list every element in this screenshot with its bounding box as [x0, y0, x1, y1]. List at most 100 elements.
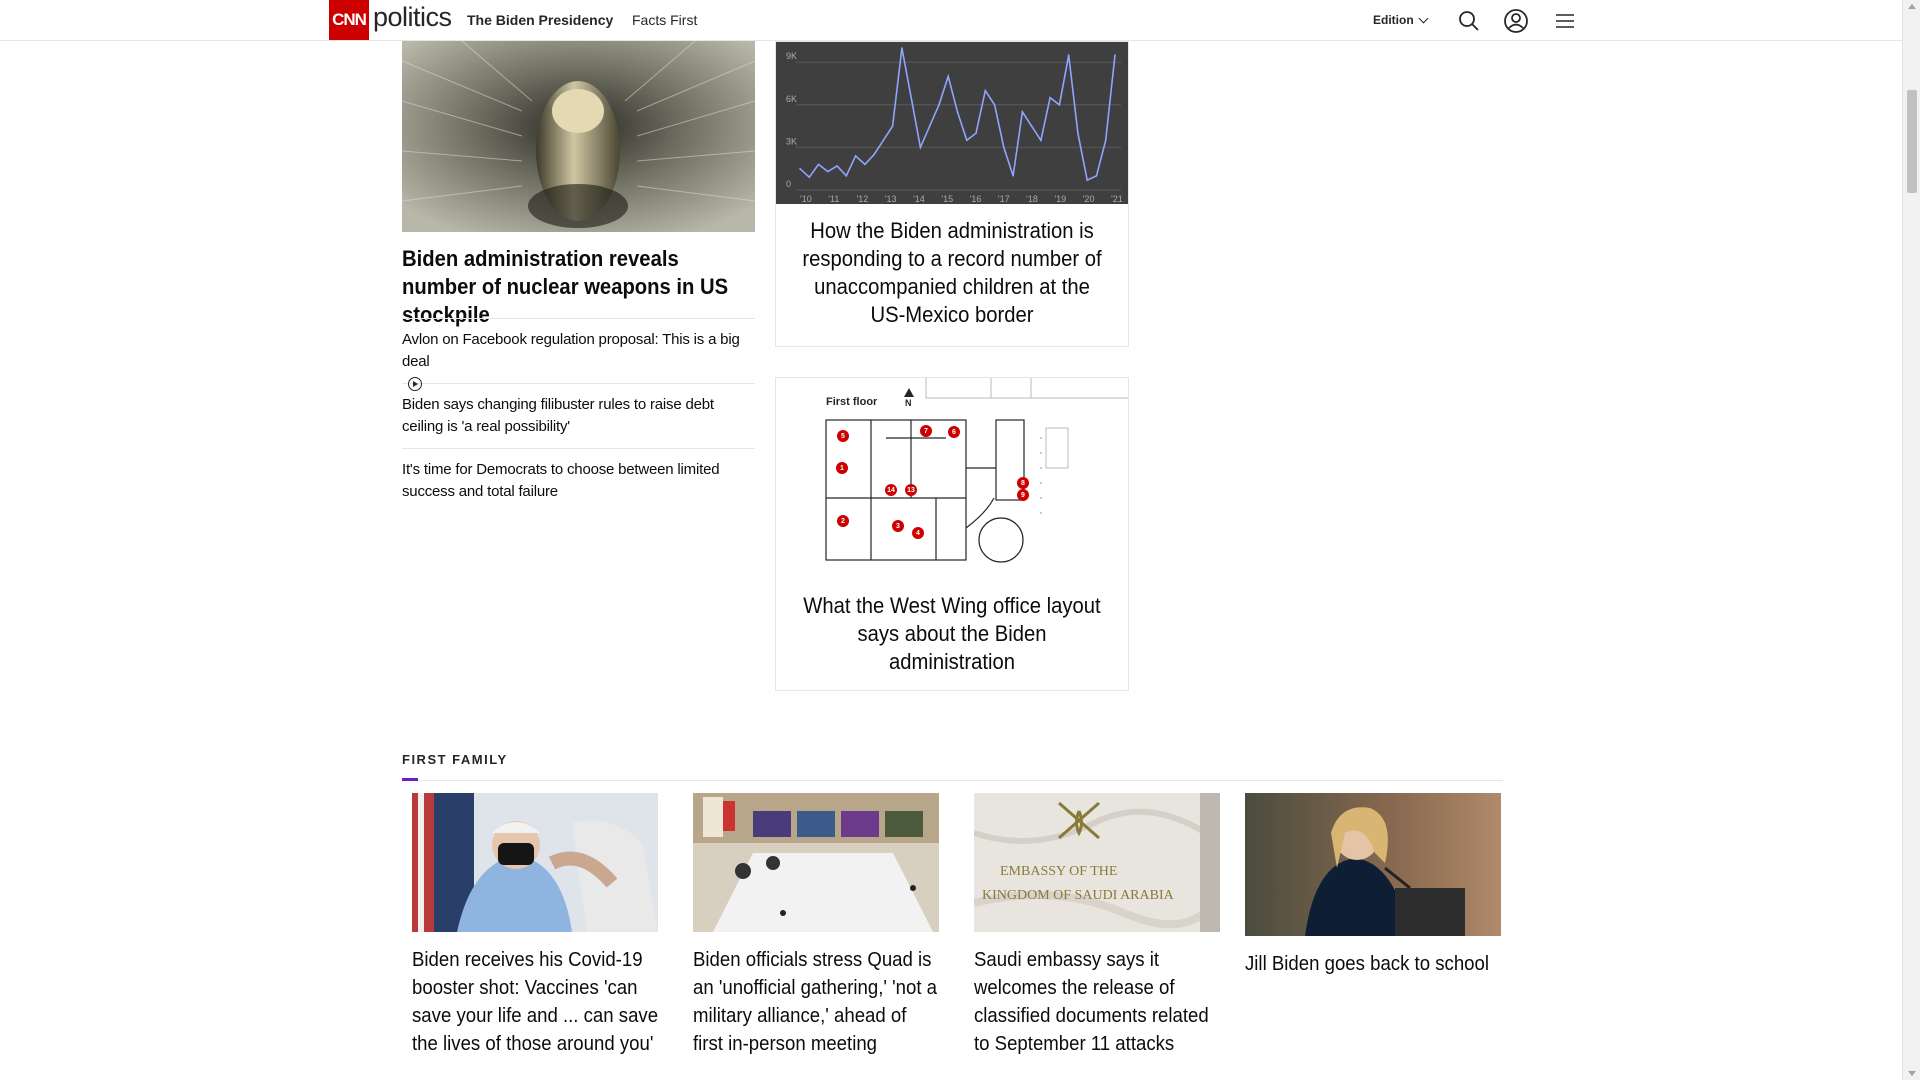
- user-account-icon[interactable]: [1503, 8, 1529, 34]
- chart-y-tick-label: 3K: [786, 136, 797, 146]
- chart-point: [993, 104, 996, 106]
- floor-plan-marker: 2: [837, 515, 849, 527]
- chart-point: [938, 104, 940, 106]
- first-family-headline[interactable]: Biden receives his Covid-19 booster shot…: [412, 946, 659, 1058]
- first-family-card[interactable]: Jill Biden goes back to school: [1245, 793, 1501, 978]
- chart-x-tick-label: '15: [941, 194, 953, 204]
- embassy-sign-line2: KINGDOM OF SAUDI ARABIA: [982, 888, 1175, 903]
- chart-series-line: [799, 47, 1116, 182]
- related-link[interactable]: Biden says changing filibuster rules to …: [402, 384, 755, 449]
- chart-point: [845, 175, 848, 177]
- floor-plan-marker: 13: [905, 484, 917, 496]
- chart-point: [1086, 179, 1089, 181]
- scroll-down-arrow-icon[interactable]: [1908, 1071, 1916, 1076]
- west-wing-floor-plan: First floor N 5 7 6 1 14 13 8 9 2 3 4: [776, 378, 1128, 578]
- related-link[interactable]: Avlon on Facebook regulation proposal: T…: [402, 319, 755, 391]
- menu-icon[interactable]: [1552, 8, 1578, 34]
- chart-point: [891, 125, 894, 127]
- west-wing-story-card[interactable]: First floor N 5 7 6 1 14 13 8 9 2 3 4 What the Wes…: [775, 377, 1129, 691]
- chart-point: [1012, 175, 1014, 177]
- chart-y-tick-label: 9K: [786, 51, 797, 61]
- scroll-up-arrow-icon[interactable]: [1908, 4, 1916, 9]
- politics-logo[interactable]: politics: [373, 2, 452, 33]
- first-family-card[interactable]: Biden receives his Covid-19 booster shot…: [412, 793, 658, 1058]
- chart-x-tick-label: '10: [800, 194, 812, 204]
- saudi-embassy-image[interactable]: EMBASSY OF THE KINGDOM OF SAUDI ARABIA: [974, 793, 1220, 932]
- chart-point: [1030, 125, 1033, 127]
- chart-x-tick-label: '12: [857, 194, 869, 204]
- chart-x-tick-label: '20: [1083, 194, 1095, 204]
- first-family-headline[interactable]: Biden officials stress Quad is an 'unoff…: [693, 946, 940, 1058]
- line-chart: 0 3K 6K 9K '10 '11 '12 '13 '14 '15 '16 '17 '18 '19 '20…: [776, 42, 1128, 204]
- card-headline[interactable]: What the West Wing office layout says ab…: [801, 592, 1103, 676]
- chart-x-tick-label: '13: [885, 194, 897, 204]
- chart-point: [1058, 104, 1061, 106]
- north-label: N: [905, 398, 912, 408]
- border-children-story-card[interactable]: 0 3K 6K 9K '10 '11 '12 '13 '14 '15 '16 '17 '18 '19 '20…: [775, 41, 1129, 347]
- first-family-section-label[interactable]: FIRST FAMILY: [402, 752, 508, 767]
- chart-point: [1104, 139, 1107, 142]
- biden-booster-shot-image[interactable]: [412, 793, 658, 932]
- chart-point: [1067, 54, 1070, 56]
- edition-dropdown[interactable]: Edition: [1373, 13, 1429, 27]
- related-link[interactable]: It's time for Democrats to choose betwee…: [402, 449, 755, 514]
- section-divider: [402, 780, 1503, 781]
- chart-point: [1003, 146, 1005, 149]
- chart-point: [882, 139, 885, 142]
- nav-facts-first[interactable]: Facts First: [632, 12, 697, 28]
- chart-x-tick-label: '14: [913, 194, 925, 204]
- chart-point: [1095, 175, 1098, 177]
- nuclear-missile-silo-image[interactable]: [402, 41, 755, 232]
- first-family-headline[interactable]: Saudi embassy says it welcomes the relea…: [974, 946, 1221, 1058]
- north-arrow-icon: [904, 388, 914, 397]
- floor-plan-marker: 14: [885, 484, 897, 496]
- floor-plan-marker: 5: [837, 430, 849, 442]
- chart-x-tick-label: '18: [1026, 194, 1038, 204]
- chart-y-tick-label: 6K: [786, 94, 797, 104]
- chart-point: [1114, 54, 1116, 56]
- chart-point: [910, 96, 912, 99]
- chart-point: [826, 170, 829, 173]
- chart-x-tick-label: '19: [1054, 194, 1066, 204]
- chart-point: [836, 165, 838, 167]
- floor-plan-marker: 6: [948, 426, 960, 438]
- first-family-card[interactable]: Biden officials stress Quad is an 'unoff…: [693, 793, 939, 1058]
- chart-point: [1049, 96, 1051, 99]
- chart-point: [864, 163, 866, 166]
- floor-plan-marker: 9: [1017, 489, 1029, 501]
- chart-point: [901, 47, 903, 49]
- chart-point: [975, 132, 977, 134]
- cnn-logo[interactable]: CNN: [329, 0, 369, 40]
- chart-point: [1040, 139, 1042, 142]
- first-family-card[interactable]: EMBASSY OF THE KINGDOM OF SAUDI ARABIA S…: [974, 793, 1220, 1058]
- jill-biden-image[interactable]: [1245, 793, 1501, 936]
- site-header: CNN politics The Biden Presidency Facts …: [0, 0, 1902, 41]
- chart-point: [947, 75, 950, 78]
- play-video-icon[interactable]: [408, 377, 422, 391]
- floor-plan-marker: 8: [1017, 477, 1029, 489]
- chart-x-tick-label: '11: [828, 194, 839, 204]
- embassy-sign-line1: EMBASSY OF THE: [1000, 864, 1117, 879]
- scroll-thumb[interactable]: [1907, 90, 1917, 193]
- chart-x-tick-label: '17: [998, 194, 1010, 204]
- search-icon[interactable]: [1456, 8, 1482, 34]
- nav-biden-presidency[interactable]: The Biden Presidency: [467, 12, 613, 28]
- chart-y-tick-label: 0: [786, 179, 791, 189]
- floor-plan-marker: 1: [836, 462, 848, 474]
- card-headline[interactable]: How the Biden administration is respondi…: [801, 217, 1103, 329]
- chart-point: [984, 89, 987, 92]
- chart-point: [956, 111, 959, 113]
- floor-plan-marker: 3: [892, 520, 904, 532]
- page-scrollbar[interactable]: [1902, 0, 1920, 1080]
- floor-plan-marker: 7: [920, 425, 932, 437]
- related-links-list: Avlon on Facebook regulation proposal: T…: [402, 318, 755, 514]
- chevron-down-icon: [1418, 13, 1429, 24]
- quad-meeting-image[interactable]: [693, 793, 939, 932]
- lead-headline[interactable]: Biden administration reveals number of n…: [402, 245, 733, 329]
- chart-point: [799, 167, 801, 170]
- chart-point: [808, 176, 811, 179]
- chart-point: [1077, 132, 1079, 134]
- chart-point: [928, 125, 931, 127]
- chart-point: [873, 153, 875, 156]
- first-family-headline[interactable]: Jill Biden goes back to school: [1245, 950, 1502, 978]
